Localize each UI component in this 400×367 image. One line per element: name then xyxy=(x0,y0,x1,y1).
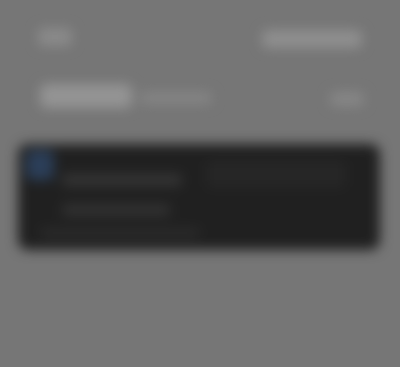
card-right-text xyxy=(206,160,346,188)
card-line-2 xyxy=(62,204,170,216)
content-subtitle xyxy=(140,92,212,104)
card-line-3 xyxy=(40,228,200,238)
header-right-label xyxy=(262,30,362,48)
user-avatar-icon xyxy=(26,150,54,180)
blurred-screen xyxy=(0,0,400,367)
card-line-1 xyxy=(62,174,182,186)
content-meta xyxy=(330,92,364,106)
content-title xyxy=(40,84,132,108)
header-left-label xyxy=(38,28,72,46)
